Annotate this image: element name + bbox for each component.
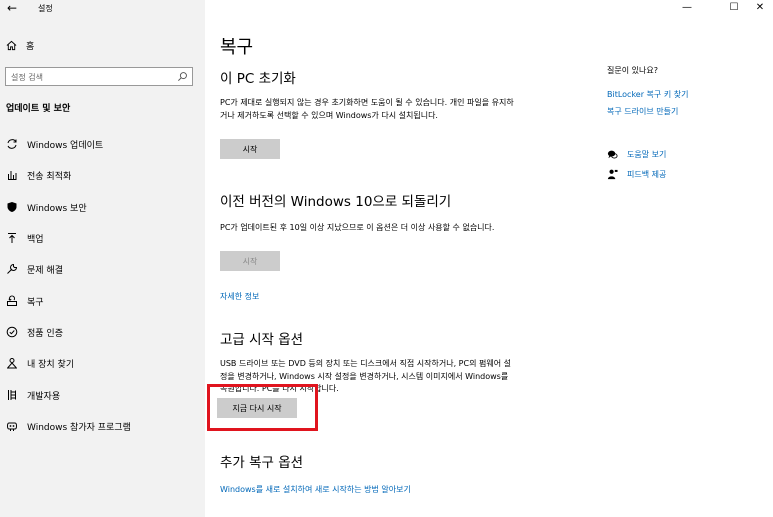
- maximize-icon[interactable]: ☐: [727, 2, 741, 13]
- feedback-person-icon: [607, 169, 618, 180]
- sidebar-item-label: Windows 업데이트: [27, 140, 104, 151]
- search-icon[interactable]: [177, 71, 188, 82]
- close-icon[interactable]: ✕: [753, 2, 767, 13]
- activation-check-icon: [6, 326, 18, 338]
- more-recovery-heading: 추가 복구 옵션: [220, 455, 304, 471]
- reset-start-button[interactable]: 시작: [220, 139, 280, 159]
- insider-icon: [7, 422, 17, 431]
- minimize-icon[interactable]: —: [680, 2, 694, 13]
- page-title: 복구: [220, 37, 254, 58]
- recovery-icon: [7, 295, 17, 306]
- home-icon: [6, 40, 17, 51]
- delivery-optimization-icon: [8, 171, 17, 180]
- bitlocker-key-link[interactable]: BitLocker 복구 키 찾기: [607, 89, 688, 100]
- sidebar-item-home[interactable]: 홈: [6, 39, 34, 52]
- sidebar-item-label: 복구: [27, 297, 44, 308]
- title-bar: ← 설정: [0, 0, 205, 20]
- sidebar-item-label: 문제 해결: [27, 265, 63, 276]
- get-help-label: 도움말 보기: [627, 150, 667, 159]
- more-info-link[interactable]: 자세한 정보: [220, 291, 259, 302]
- sidebar-item-label: Windows 참가자 프로그램: [27, 422, 131, 433]
- feedback-link[interactable]: 피드백 제공: [607, 169, 666, 180]
- question-heading: 질문이 있나요?: [607, 66, 658, 75]
- section-heading: 업데이트 및 보안: [6, 104, 71, 114]
- sidebar-item-label: 개발자용: [27, 391, 61, 402]
- sidebar-item-recovery[interactable]: 복구: [6, 294, 44, 308]
- developer-icon: [8, 390, 16, 400]
- sidebar-item-label: 전송 최적화: [27, 171, 72, 182]
- search-input[interactable]: 설정 검색: [5, 67, 193, 86]
- sidebar-item-insider-program[interactable]: Windows 참가자 프로그램: [6, 419, 131, 433]
- chat-help-icon: [607, 150, 618, 159]
- sidebar-item-label: 정품 인증: [27, 328, 63, 339]
- sidebar-item-find-my-device[interactable]: 내 장치 찾기: [6, 356, 74, 370]
- sidebar-item-label: 백업: [27, 234, 44, 245]
- backup-arrow-icon: [8, 233, 16, 243]
- sidebar-item-developers[interactable]: 개발자용: [6, 388, 60, 402]
- main-content: — ☐ ✕ 복구 이 PC 초기화 PC가 제대로 실행되지 않는 경우 초기화…: [205, 0, 773, 517]
- sidebar-item-label: 내 장치 찾기: [27, 359, 75, 370]
- sidebar-item-troubleshoot[interactable]: 문제 해결: [6, 262, 63, 276]
- feedback-label: 피드백 제공: [627, 170, 667, 179]
- shield-icon: [7, 202, 17, 212]
- goback-start-button[interactable]: 시작: [220, 251, 280, 271]
- sidebar-item-backup[interactable]: 백업: [6, 231, 44, 245]
- wrench-icon: [7, 263, 18, 274]
- sidebar-item-windows-security[interactable]: Windows 보안: [6, 200, 87, 214]
- reset-heading: 이 PC 초기화: [220, 71, 296, 87]
- home-label: 홈: [26, 42, 35, 52]
- sync-icon: [7, 139, 17, 149]
- highlight-box: [207, 384, 318, 431]
- goback-description: PC가 업데이트된 후 10일 이상 지났으므로 이 옵션은 더 이상 사용할 …: [220, 223, 495, 232]
- sidebar: ← 설정 홈 설정 검색 업데이트 및 보안 Windows 업데이트 전송 최…: [0, 0, 205, 517]
- sidebar-item-label: Windows 보안: [27, 203, 87, 214]
- person-pin-icon: [7, 358, 17, 369]
- back-arrow-icon[interactable]: ←: [7, 1, 17, 15]
- fresh-start-link[interactable]: Windows를 새로 설치하여 새로 시작하는 방법 알아보기: [220, 484, 411, 495]
- goback-heading: 이전 버전의 Windows 10으로 되돌리기: [220, 194, 452, 210]
- sidebar-item-delivery-optimization[interactable]: 전송 최적화: [6, 168, 71, 182]
- recovery-drive-link[interactable]: 복구 드라이브 만들기: [607, 106, 678, 117]
- sidebar-item-windows-update[interactable]: Windows 업데이트: [6, 137, 103, 151]
- search-placeholder: 설정 검색: [11, 73, 43, 82]
- app-title: 설정: [38, 4, 53, 13]
- sidebar-item-activation[interactable]: 정품 인증: [6, 325, 63, 339]
- reset-description: PC가 제대로 실행되지 않는 경우 초기화하면 도움이 될 수 있습니다. 개…: [220, 98, 514, 120]
- advanced-startup-heading: 고급 시작 옵션: [220, 332, 304, 348]
- get-help-link[interactable]: 도움말 보기: [607, 149, 666, 160]
